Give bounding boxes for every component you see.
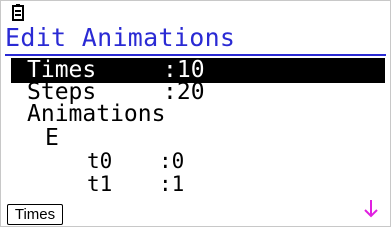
variable-value-t1: :1 <box>159 172 185 196</box>
function-key-times[interactable]: Times <box>7 204 63 225</box>
battery-icon <box>12 4 24 21</box>
variable-name-t1: t1 <box>87 172 113 196</box>
variable-value-t0: :0 <box>159 149 185 173</box>
variable-name-t0: t0 <box>87 149 113 173</box>
animations-label: Animations <box>27 101 166 127</box>
setting-value-steps: :20 <box>163 79 205 105</box>
down-arrow-icon <box>364 200 378 218</box>
variable-row-t0[interactable]: t0 :0 <box>87 149 184 174</box>
animation-variable[interactable]: E <box>45 126 59 151</box>
page-title: Edit Animations <box>5 23 236 52</box>
calculator-screen: Edit Animations Times :10 Steps :20 Anim… <box>0 0 391 227</box>
variable-row-t1[interactable]: t1 :1 <box>87 172 184 197</box>
title-underline <box>5 54 386 56</box>
